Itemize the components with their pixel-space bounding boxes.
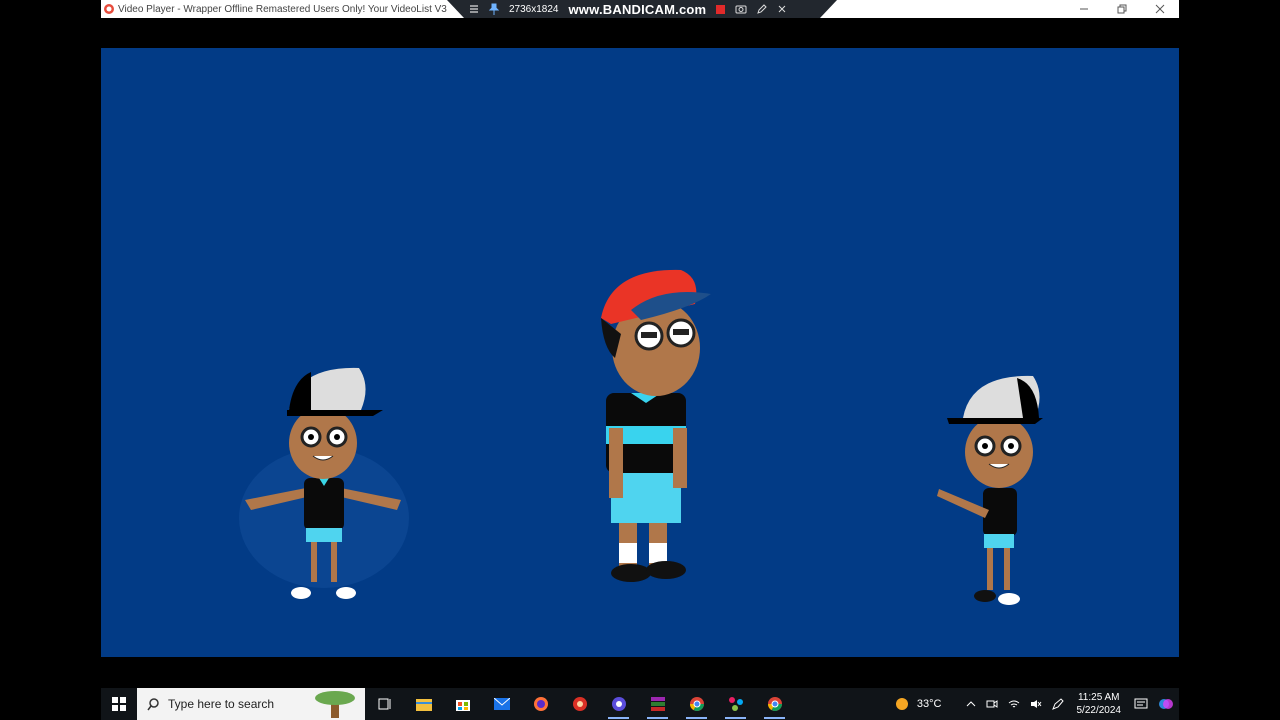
bandicam-logo: www.BANDICAM.com: [568, 1, 707, 17]
video-scene: [239, 269, 1043, 605]
taskbar: Type here to search 33°C 11:25 AM 5/22/2…: [101, 688, 1179, 720]
pin-icon[interactable]: [489, 3, 499, 15]
close-button[interactable]: [1141, 0, 1179, 18]
taskbar-clock[interactable]: 11:25 AM 5/22/2024: [1069, 691, 1130, 717]
record-stop-icon[interactable]: [716, 4, 726, 14]
bandicam-overlay: 2736x1824 www.BANDICAM.com: [447, 0, 837, 18]
taskbar-search-box[interactable]: Type here to search: [137, 688, 365, 720]
copilot-icon: [1159, 699, 1173, 709]
wifi-button[interactable]: [1003, 688, 1025, 720]
windows-icon: [112, 697, 126, 711]
minimize-button[interactable]: [1065, 0, 1103, 18]
video-canvas[interactable]: [101, 48, 1179, 657]
chrome-2-button[interactable]: [755, 688, 794, 720]
search-highlight-illustration-icon: [315, 691, 355, 718]
camera-icon[interactable]: [735, 4, 747, 14]
volume-button[interactable]: [1025, 688, 1047, 720]
character-center: [601, 269, 711, 582]
winrar-button[interactable]: [638, 688, 677, 720]
close-overlay-icon[interactable]: [777, 4, 787, 14]
search-placeholder: Type here to search: [168, 697, 275, 711]
pen-icon: [1051, 698, 1064, 710]
pen-button[interactable]: [1047, 688, 1069, 720]
weather-widget[interactable]: 33°C: [890, 688, 947, 720]
clock-date: 5/22/2024: [1076, 705, 1122, 716]
volume-muted-icon: [1030, 700, 1041, 708]
restore-icon: [1117, 4, 1127, 14]
chevron-up-icon: [966, 701, 975, 707]
pencil-icon[interactable]: [757, 4, 767, 14]
mail-icon: [493, 698, 510, 710]
weather-sun-icon: [895, 698, 908, 710]
clock-time: 11:25 AM: [1077, 692, 1120, 703]
chrome-icon: [767, 697, 782, 711]
start-button[interactable]: [101, 688, 137, 720]
show-hidden-icons-button[interactable]: [961, 688, 981, 720]
task-view-button[interactable]: [365, 688, 404, 720]
system-tray: 33°C 11:25 AM 5/22/2024: [890, 688, 1179, 720]
file-explorer-button[interactable]: [404, 688, 443, 720]
menu-icon[interactable]: [469, 4, 479, 14]
camera-tray-icon: [986, 700, 997, 708]
character-right: [937, 375, 1043, 605]
store-button[interactable]: [443, 688, 482, 720]
video-player-app-icon: [104, 4, 114, 14]
character-left: [239, 367, 409, 599]
chrome-button[interactable]: [677, 688, 716, 720]
mail-button[interactable]: [482, 688, 521, 720]
red-app-icon: [572, 697, 587, 711]
folder-icon: [415, 699, 432, 711]
store-icon: [455, 700, 470, 711]
restore-button[interactable]: [1103, 0, 1141, 18]
purple-app-icon: [611, 697, 626, 711]
network-app-button[interactable]: [716, 688, 755, 720]
recording-resolution: 2736x1824: [509, 3, 559, 15]
notification-icon: [1134, 698, 1148, 709]
copilot-button[interactable]: [1153, 688, 1179, 720]
search-icon: [147, 697, 159, 710]
minimize-icon: [1080, 8, 1088, 10]
network-app-icon: [728, 697, 743, 711]
weather-temperature: 33°C: [916, 698, 942, 710]
task-view-icon: [378, 698, 390, 710]
firefox-button[interactable]: [521, 688, 560, 720]
firefox-icon: [533, 697, 548, 711]
close-icon: [1155, 4, 1165, 14]
wifi-icon: [1008, 700, 1019, 708]
app-purple-button[interactable]: [599, 688, 638, 720]
window-title: Video Player - Wrapper Offline Remastere…: [118, 3, 447, 15]
chrome-icon: [689, 697, 704, 711]
winrar-icon: [650, 697, 665, 711]
notifications-button[interactable]: [1129, 688, 1153, 720]
meet-now-button[interactable]: [981, 688, 1003, 720]
app-red-button[interactable]: [560, 688, 599, 720]
